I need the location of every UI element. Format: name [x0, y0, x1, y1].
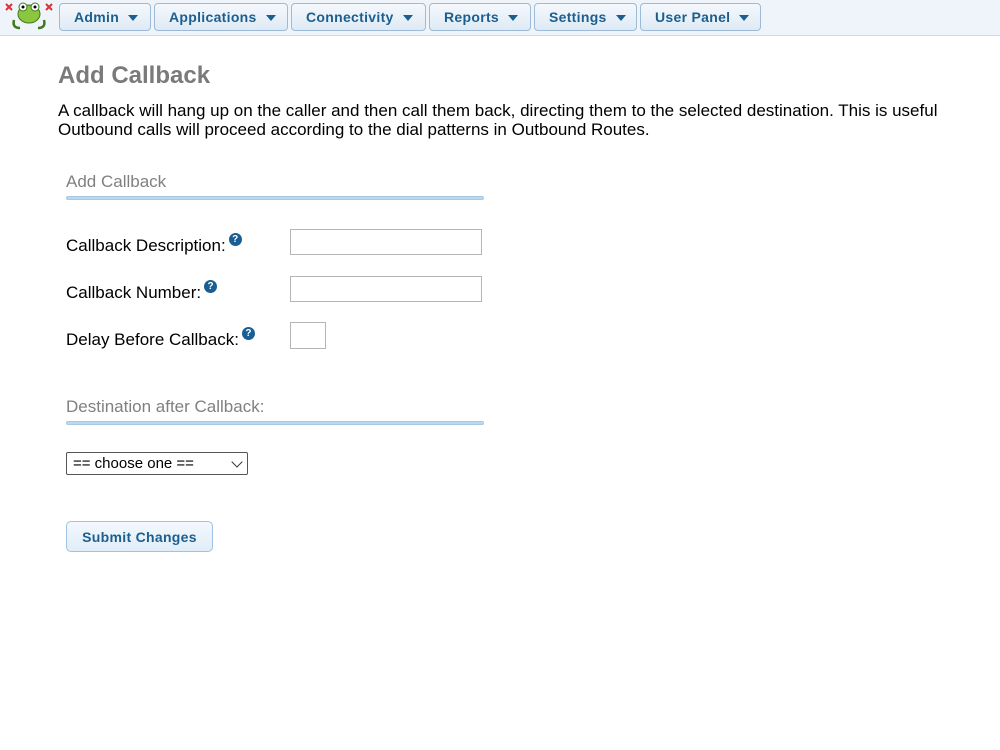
- callback-description-input[interactable]: [290, 229, 482, 255]
- section-title: Add Callback: [66, 172, 167, 191]
- nav-applications-label: Applications: [169, 9, 257, 25]
- callback-number-input[interactable]: [290, 276, 482, 302]
- description-line-1: A callback will hang up on the caller an…: [58, 101, 938, 120]
- delay-before-callback-label: Delay Before Callback:?: [66, 327, 255, 350]
- nav-user-panel-label: User Panel: [655, 9, 731, 25]
- delay-before-callback-label-text: Delay Before Callback:: [66, 330, 239, 349]
- section-header-add-callback: Add Callback: [66, 172, 484, 200]
- nav-applications-menu[interactable]: Applications: [154, 3, 288, 31]
- destination-section-title: Destination after Callback:: [66, 397, 265, 416]
- page-title: Add Callback: [58, 62, 211, 89]
- destination-selected-value: == choose one ==: [73, 455, 194, 472]
- callback-description-label-text: Callback Description:: [66, 236, 226, 255]
- nav-user-panel-menu[interactable]: User Panel: [640, 3, 761, 31]
- section-divider: [66, 421, 484, 425]
- submit-changes-label: Submit Changes: [82, 528, 197, 545]
- top-nav-bar: Admin Applications Connectivity Reports …: [0, 0, 1000, 36]
- nav-admin-label: Admin: [74, 9, 120, 25]
- frog-logo-icon[interactable]: [2, 0, 56, 32]
- callback-number-label-text: Callback Number:: [66, 283, 202, 302]
- nav-connectivity-menu[interactable]: Connectivity: [291, 3, 426, 31]
- page-description: A callback will hang up on the caller an…: [58, 101, 1000, 139]
- description-line-2: Outbound calls will proceed according to…: [58, 120, 650, 139]
- nav-admin-menu[interactable]: Admin: [59, 3, 151, 31]
- chevron-down-icon: [265, 14, 276, 21]
- help-icon[interactable]: ?: [241, 327, 255, 340]
- chevron-down-icon: [508, 14, 518, 21]
- delay-before-callback-input[interactable]: [290, 322, 326, 349]
- chevron-down-icon: [231, 456, 243, 468]
- chevron-down-icon: [402, 14, 413, 21]
- chevron-down-icon: [128, 14, 139, 21]
- section-divider: [66, 196, 484, 200]
- nav-reports-menu[interactable]: Reports: [429, 3, 531, 31]
- nav-reports-label: Reports: [444, 9, 499, 25]
- chevron-down-icon: [615, 14, 626, 21]
- help-icon[interactable]: ?: [204, 280, 218, 293]
- help-icon[interactable]: ?: [228, 233, 242, 246]
- destination-select[interactable]: == choose one ==: [66, 452, 248, 475]
- submit-changes-button[interactable]: Submit Changes: [66, 521, 213, 552]
- chevron-down-icon: [739, 14, 750, 21]
- section-header-destination: Destination after Callback:: [66, 397, 484, 425]
- callback-number-label: Callback Number:?: [66, 280, 218, 303]
- callback-description-label: Callback Description:?: [66, 233, 242, 256]
- nav-settings-label: Settings: [549, 9, 607, 25]
- nav-connectivity-label: Connectivity: [306, 9, 394, 25]
- nav-settings-menu[interactable]: Settings: [534, 3, 637, 31]
